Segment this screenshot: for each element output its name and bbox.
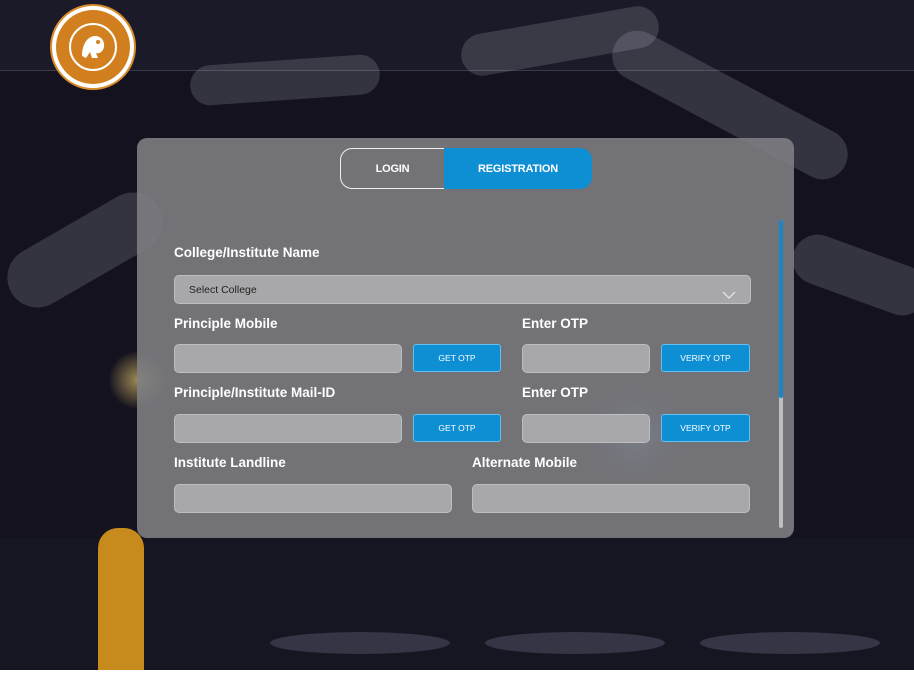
landline-input[interactable] [174,484,452,513]
registration-panel: LOGIN REGISTRATION College/Institute Nam… [137,138,794,538]
get-otp-mobile-button[interactable]: GET OTP [413,344,501,372]
college-select[interactable]: Select College [174,275,751,304]
mail-otp-label: Enter OTP [522,385,589,400]
background-hand-shape [785,227,914,323]
tab-login[interactable]: LOGIN [340,148,444,189]
scrollbar-thumb[interactable] [779,220,783,398]
principal-mobile-label: Principle Mobile [174,316,278,331]
page-background: LOGIN REGISTRATION College/Institute Nam… [0,0,914,670]
alternate-mobile-label: Alternate Mobile [472,455,578,470]
mail-id-label: Principle/Institute Mail-ID [174,385,336,400]
logo-emblem-icon [56,10,130,84]
get-otp-mail-button[interactable]: GET OTP [413,414,501,442]
principal-mobile-input[interactable] [174,344,402,373]
background-bottle-shape [98,528,144,670]
landline-label: Institute Landline [174,455,286,470]
mail-otp-input[interactable] [522,414,650,443]
college-select-value: Select College [189,283,257,296]
mobile-otp-input[interactable] [522,344,650,373]
background-disc [485,632,665,654]
verify-otp-mobile-button[interactable]: VERIFY OTP [661,344,750,372]
verify-otp-mail-button[interactable]: VERIFY OTP [661,414,750,442]
college-name-label: College/Institute Name [174,245,320,260]
chevron-down-icon [722,285,736,304]
institute-logo [50,4,136,90]
auth-tabs: LOGIN REGISTRATION [340,148,592,189]
mail-id-input[interactable] [174,414,402,443]
tab-registration[interactable]: REGISTRATION [444,148,592,189]
background-disc [700,632,880,654]
background-top-band [0,0,914,70]
mobile-otp-label: Enter OTP [522,316,589,331]
clipped-next-label [174,526,264,532]
background-divider [0,70,914,71]
background-disc [270,632,450,654]
alternate-mobile-input[interactable] [472,484,750,513]
